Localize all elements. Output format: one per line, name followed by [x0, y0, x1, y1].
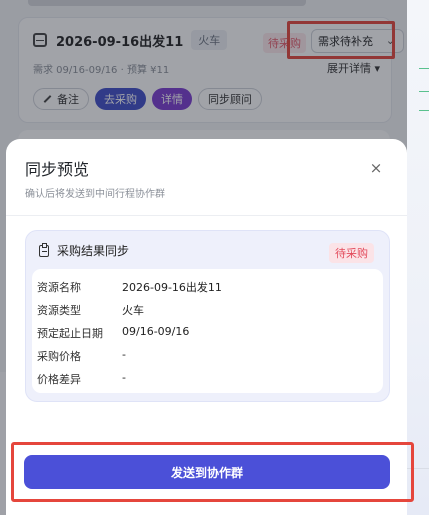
status-badge: 待采购: [329, 243, 374, 263]
detail-value: 火车: [122, 304, 144, 317]
detail-value: 2026-09-16出发11: [122, 281, 222, 294]
detail-value: -: [122, 348, 126, 361]
detail-row: 采购价格 -: [37, 348, 126, 364]
detail-key: 采购价格: [37, 350, 81, 363]
detail-row: 预定起止日期 09/16-09/16: [37, 325, 189, 341]
result-card-header: 采购结果同步: [39, 242, 129, 259]
purchase-result-card: 采购结果同步 待采购 资源名称 2026-09-16出发11 资源类型 火车 预…: [25, 230, 390, 402]
detail-value: -: [122, 371, 126, 384]
detail-key: 资源名称: [37, 281, 81, 294]
result-card-body: 资源名称 2026-09-16出发11 资源类型 火车 预定起止日期 09/16…: [32, 269, 383, 393]
edge-decoration: [419, 110, 429, 117]
divider: [6, 215, 407, 216]
close-icon[interactable]: ×: [368, 160, 384, 176]
detail-key: 预定起止日期: [37, 327, 103, 340]
send-to-group-button[interactable]: 发送到协作群: [24, 455, 390, 489]
underlying-page-edge: [407, 0, 429, 515]
clipboard-icon: [39, 242, 49, 257]
detail-key: 资源类型: [37, 304, 81, 317]
detail-row: 资源类型 火车: [37, 302, 144, 318]
detail-row: 价格差异 -: [37, 371, 126, 387]
edge-decoration: [419, 68, 429, 92]
result-card-title: 采购结果同步: [57, 244, 130, 258]
sheet-title: 同步预览: [25, 160, 90, 179]
detail-row: 资源名称 2026-09-16出发11: [37, 279, 222, 295]
sheet-subtitle: 确认后将发送到中间行程协作群: [25, 189, 165, 200]
detail-key: 价格差异: [37, 373, 81, 386]
detail-value: 09/16-09/16: [122, 325, 190, 338]
